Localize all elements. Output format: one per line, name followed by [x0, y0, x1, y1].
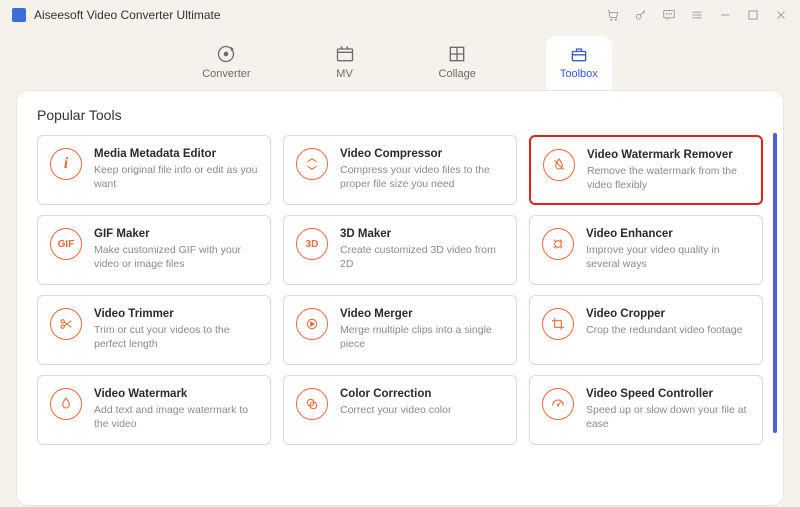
collage-icon: [447, 44, 467, 64]
card-body: 3D Maker Create customized 3D video from …: [340, 228, 504, 271]
tab-label: Collage: [439, 68, 476, 80]
tab-converter[interactable]: Converter: [188, 36, 264, 90]
card-title: Video Trimmer: [94, 308, 258, 320]
tool-card[interactable]: GIF GIF Maker Make customized GIF with you…: [37, 215, 271, 285]
compress-icon: [296, 148, 328, 180]
tool-card[interactable]: Video Watermark Add text and image waterm…: [37, 375, 271, 445]
toolbox-icon: [569, 44, 589, 64]
water-icon: [50, 388, 82, 420]
card-body: Media Metadata Editor Keep original file …: [94, 148, 258, 191]
info-icon: i: [50, 148, 82, 180]
tool-card[interactable]: Video Trimmer Trim or cut your videos to …: [37, 295, 271, 365]
maximize-icon[interactable]: [746, 8, 760, 22]
card-body: Video Merger Merge multiple clips into a …: [340, 308, 504, 351]
enhance-icon: [542, 228, 574, 260]
trim-icon: [50, 308, 82, 340]
card-desc: Add text and image watermark to the vide…: [94, 403, 258, 431]
card-title: Video Compressor: [340, 148, 504, 160]
card-title: Color Correction: [340, 388, 504, 400]
tool-card[interactable]: Video Compressor Compress your video file…: [283, 135, 517, 205]
card-desc: Improve your video quality in several wa…: [586, 243, 750, 271]
card-body: Video Speed Controller Speed up or slow d…: [586, 388, 750, 431]
card-desc: Make customized GIF with your video or i…: [94, 243, 258, 271]
tab-toolbox[interactable]: Toolbox: [546, 36, 612, 90]
card-body: GIF Maker Make customized GIF with your v…: [94, 228, 258, 271]
card-title: 3D Maker: [340, 228, 504, 240]
crop-icon: [542, 308, 574, 340]
card-desc: Speed up or slow down your file at ease: [586, 403, 750, 431]
card-desc: Trim or cut your videos to the perfect l…: [94, 323, 258, 351]
tool-card[interactable]: Video Cropper Crop the redundant video fo…: [529, 295, 763, 365]
tool-card[interactable]: Video Watermark Remover Remove the waterm…: [529, 135, 763, 205]
tab-label: Converter: [202, 68, 250, 80]
tab-label: Toolbox: [560, 68, 598, 80]
card-body: Video Compressor Compress your video file…: [340, 148, 504, 191]
scrollbar[interactable]: [773, 133, 777, 433]
card-body: Video Cropper Crop the redundant video fo…: [586, 308, 750, 337]
card-body: Video Trimmer Trim or cut your videos to …: [94, 308, 258, 351]
card-title: Video Enhancer: [586, 228, 750, 240]
card-desc: Correct your video color: [340, 403, 504, 417]
tab-bar: Converter MV Collage Toolbox: [0, 30, 800, 90]
gif-icon: GIF: [50, 228, 82, 260]
tool-card[interactable]: Video Enhancer Improve your video quality…: [529, 215, 763, 285]
title-right: [606, 8, 788, 22]
card-title: Video Watermark Remover: [587, 149, 749, 161]
tool-card[interactable]: Color Correction Correct your video color: [283, 375, 517, 445]
card-desc: Compress your video files to the proper …: [340, 163, 504, 191]
card-body: Video Enhancer Improve your video quality…: [586, 228, 750, 271]
tool-card[interactable]: 3D 3D Maker Create customized 3D video fro…: [283, 215, 517, 285]
card-title: Video Merger: [340, 308, 504, 320]
merge-icon: [296, 308, 328, 340]
minimize-icon[interactable]: [718, 8, 732, 22]
tool-card[interactable]: i Media Metadata Editor Keep original file…: [37, 135, 271, 205]
card-title: Video Cropper: [586, 308, 750, 320]
tool-card[interactable]: Video Speed Controller Speed up or slow d…: [529, 375, 763, 445]
card-body: Video Watermark Add text and image waterm…: [94, 388, 258, 431]
feedback-icon[interactable]: [662, 8, 676, 22]
nowater-icon: [543, 149, 575, 181]
tools-grid: i Media Metadata Editor Keep original file…: [37, 135, 763, 445]
card-title: Video Speed Controller: [586, 388, 750, 400]
mv-icon: [335, 44, 355, 64]
cart-icon[interactable]: [606, 8, 620, 22]
card-body: Color Correction Correct your video color: [340, 388, 504, 417]
card-title: Video Watermark: [94, 388, 258, 400]
title-bar: Aiseesoft Video Converter Ultimate: [0, 0, 800, 30]
tab-mv[interactable]: MV: [321, 36, 369, 90]
menu-icon[interactable]: [690, 8, 704, 22]
speed-icon: [542, 388, 574, 420]
card-desc: Create customized 3D video from 2D: [340, 243, 504, 271]
app-logo-icon: [12, 8, 26, 22]
close-icon[interactable]: [774, 8, 788, 22]
card-desc: Remove the watermark from the video flex…: [587, 164, 749, 192]
converter-icon: [216, 44, 236, 64]
app-title: Aiseesoft Video Converter Ultimate: [34, 8, 221, 22]
card-desc: Keep original file info or edit as you w…: [94, 163, 258, 191]
tab-label: MV: [336, 68, 353, 80]
title-left: Aiseesoft Video Converter Ultimate: [12, 8, 221, 22]
key-icon[interactable]: [634, 8, 648, 22]
card-desc: Crop the redundant video footage: [586, 323, 750, 337]
section-title: Popular Tools: [37, 107, 763, 123]
card-body: Video Watermark Remover Remove the waterm…: [587, 149, 749, 192]
color-icon: [296, 388, 328, 420]
tab-collage[interactable]: Collage: [425, 36, 490, 90]
main-panel: Popular Tools i Media Metadata Editor Keep…: [16, 90, 784, 506]
tool-card[interactable]: Video Merger Merge multiple clips into a …: [283, 295, 517, 365]
3d-icon: 3D: [296, 228, 328, 260]
card-title: GIF Maker: [94, 228, 258, 240]
card-title: Media Metadata Editor: [94, 148, 258, 160]
card-desc: Merge multiple clips into a single piece: [340, 323, 504, 351]
